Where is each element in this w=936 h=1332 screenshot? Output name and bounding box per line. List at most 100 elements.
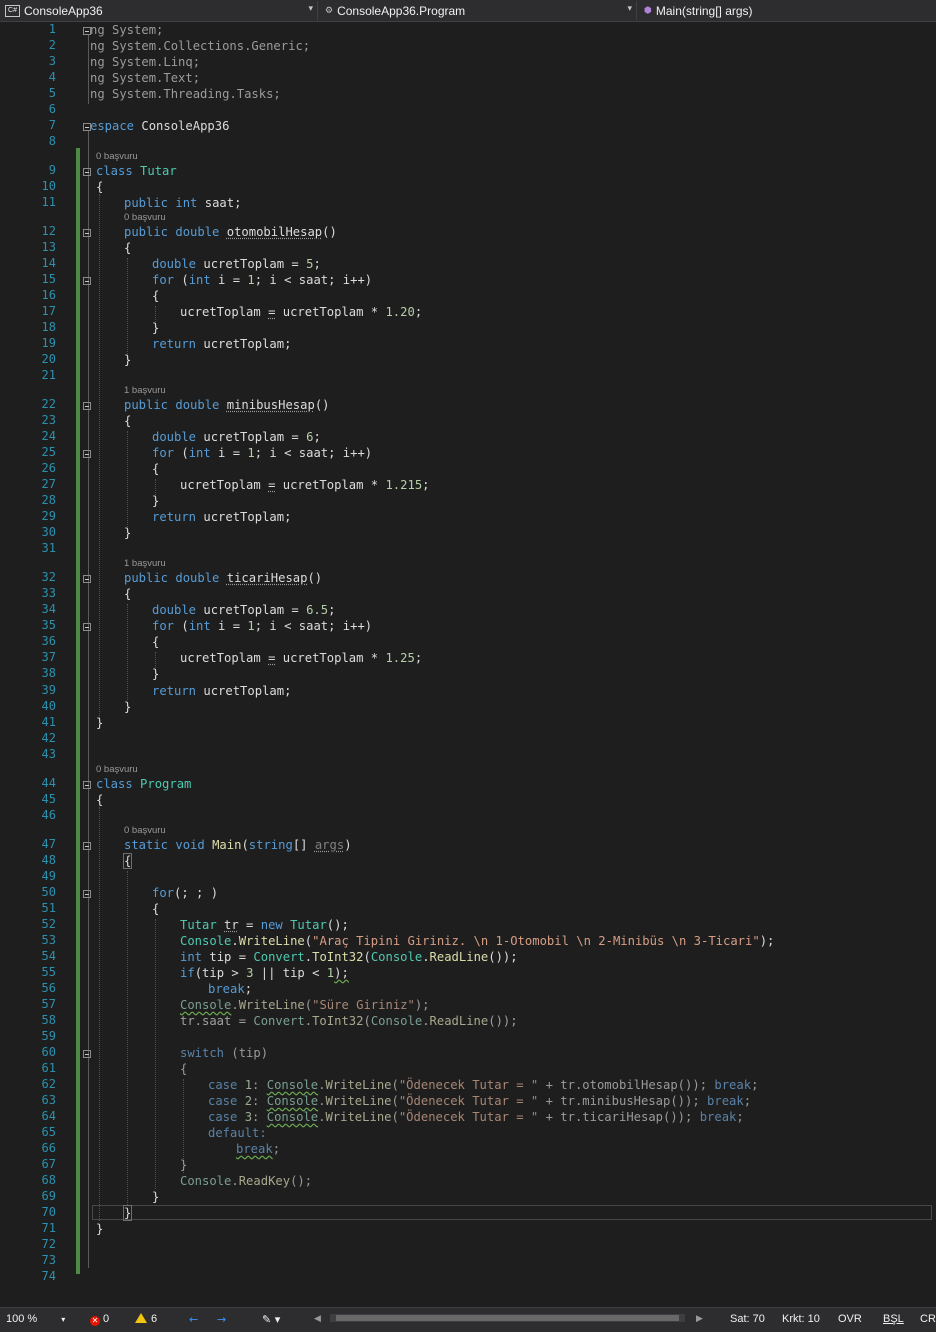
codelens-references[interactable]: 0 başvuru	[96, 151, 138, 162]
line-ending[interactable]: CRLF	[920, 1313, 936, 1325]
line-number: 11	[41, 195, 56, 209]
codelens-references[interactable]: 1 başvuru	[124, 385, 166, 396]
horizontal-scrollbar[interactable]	[330, 1314, 685, 1322]
collapse-for-icon[interactable]	[83, 450, 91, 458]
code-line-68: Console.ReadKey();	[180, 1174, 313, 1188]
collapse-for-icon[interactable]	[83, 277, 91, 285]
project-dropdown[interactable]: C# ConsoleApp36 ▾	[0, 1, 318, 20]
line-indicator[interactable]: Sat: 70	[730, 1313, 765, 1325]
zoom-dropdown[interactable]: 100 % ▾	[6, 1313, 65, 1325]
line-number: 59	[41, 1029, 56, 1043]
line-number: 60	[41, 1045, 56, 1059]
line-number: 73	[41, 1253, 56, 1267]
code-editor[interactable]: 1 2 3 4 5 6 7 8 9 10 11 12 13 14 15 16 17 18 19 20 21 22 23 24 2…	[0, 22, 936, 1306]
code-line-4: ng System.Text;	[90, 71, 201, 85]
code-line-38: }	[152, 667, 160, 681]
line-number: 48	[41, 853, 56, 867]
error-icon: ✕	[90, 1316, 100, 1326]
code-line-1: ng System;	[90, 23, 164, 37]
line-number: 8	[48, 134, 56, 148]
code-line-30: }	[124, 526, 132, 540]
code-line-23: {	[124, 414, 132, 428]
collapse-main-icon[interactable]	[83, 842, 91, 850]
overwrite-mode[interactable]: OVR	[838, 1313, 862, 1325]
codelens-references[interactable]: 0 başvuru	[124, 212, 166, 223]
line-number: 71	[41, 1221, 56, 1235]
code-line-19: return ucretToplam;	[152, 337, 292, 351]
class-dropdown[interactable]: ⚙ ConsoleApp36.Program ▾	[319, 1, 637, 20]
code-line-22: public double minibusHesap()	[124, 398, 330, 412]
codelens-references[interactable]: 1 başvuru	[124, 558, 166, 569]
indent-guide	[99, 807, 100, 1221]
line-number: 51	[41, 901, 56, 915]
line-number: 7	[48, 118, 56, 132]
errors-indicator[interactable]: ✕ 0	[90, 1313, 109, 1326]
chevron-down-icon: ▾	[61, 1315, 66, 1324]
line-number: 49	[41, 869, 56, 883]
line-number: 26	[41, 461, 56, 475]
collapse-switch-icon[interactable]	[83, 1050, 91, 1058]
collapse-minibus-icon[interactable]	[83, 402, 91, 410]
codelens-references[interactable]: 0 başvuru	[124, 825, 166, 836]
line-number: 12	[41, 224, 56, 238]
navigate-back-icon[interactable]: ←	[189, 1313, 198, 1326]
line-number: 6	[48, 102, 56, 116]
code-line-66: break;	[236, 1142, 281, 1156]
code-line-7: espace ConsoleApp36	[90, 119, 230, 133]
code-line-39: return ucretToplam;	[152, 684, 292, 698]
warnings-indicator[interactable]: 6	[135, 1313, 157, 1325]
line-number: 41	[41, 715, 56, 729]
line-number: 62	[41, 1077, 56, 1091]
code-line-17: ucretToplam = ucretToplam * 1.20;	[180, 305, 423, 319]
code-cleanup-icon[interactable]: ✎ ▾	[262, 1313, 280, 1326]
collapse-ticari-icon[interactable]	[83, 575, 91, 583]
collapse-for-icon[interactable]	[83, 623, 91, 631]
line-number: 29	[41, 509, 56, 523]
line-number: 25	[41, 445, 56, 459]
line-number: 3	[48, 54, 56, 68]
chevron-down-icon: ▾	[627, 4, 632, 14]
scroll-left-icon[interactable]: ◀	[314, 1313, 321, 1324]
line-number: 69	[41, 1189, 56, 1203]
column-indicator[interactable]: Krkt: 10	[782, 1313, 820, 1325]
indent-guide	[155, 919, 156, 1189]
project-label: ConsoleApp36	[24, 3, 103, 18]
collapse-class-tutar-icon[interactable]	[83, 168, 91, 176]
collapse-for-icon[interactable]	[83, 890, 91, 898]
line-number: 58	[41, 1013, 56, 1027]
insert-mode[interactable]: BŞL	[883, 1313, 904, 1325]
line-number: 50	[41, 885, 56, 899]
codelens-references[interactable]: 0 başvuru	[96, 764, 138, 775]
navigate-forward-icon[interactable]: →	[217, 1313, 226, 1326]
line-number: 65	[41, 1125, 56, 1139]
indent-guide	[127, 431, 128, 527]
line-number: 36	[41, 634, 56, 648]
change-indicator-bar	[76, 148, 80, 1274]
line-number: 52	[41, 917, 56, 931]
outline-line	[88, 34, 89, 104]
code-line-60: switch (tip)	[180, 1046, 269, 1060]
line-number: 35	[41, 618, 56, 632]
collapse-otomobil-icon[interactable]	[83, 229, 91, 237]
code-line-61: {	[180, 1062, 188, 1076]
code-line-50: for(; ; )	[152, 886, 219, 900]
scroll-right-icon[interactable]: ▶	[696, 1313, 703, 1324]
line-number: 21	[41, 368, 56, 382]
member-dropdown[interactable]: ⬢ Main(string[] args)	[638, 1, 936, 20]
scrollbar-thumb[interactable]	[336, 1315, 679, 1321]
current-line-highlight	[92, 1205, 932, 1220]
line-number: 64	[41, 1109, 56, 1123]
code-line-34: double ucretToplam = 6.5;	[152, 603, 336, 617]
line-number: 31	[41, 541, 56, 555]
code-line-45: {	[96, 793, 104, 807]
code-line-44: class Program	[96, 777, 192, 791]
line-number: 10	[41, 179, 56, 193]
line-number: 17	[41, 304, 56, 318]
line-number: 61	[41, 1061, 56, 1075]
method-icon: ⬢	[644, 5, 652, 16]
collapse-class-program-icon[interactable]	[83, 781, 91, 789]
code-line-5: ng System.Threading.Tasks;	[90, 87, 281, 101]
line-number: 22	[41, 397, 56, 411]
code-line-33: {	[124, 587, 132, 601]
text-cursor	[131, 1206, 133, 1219]
